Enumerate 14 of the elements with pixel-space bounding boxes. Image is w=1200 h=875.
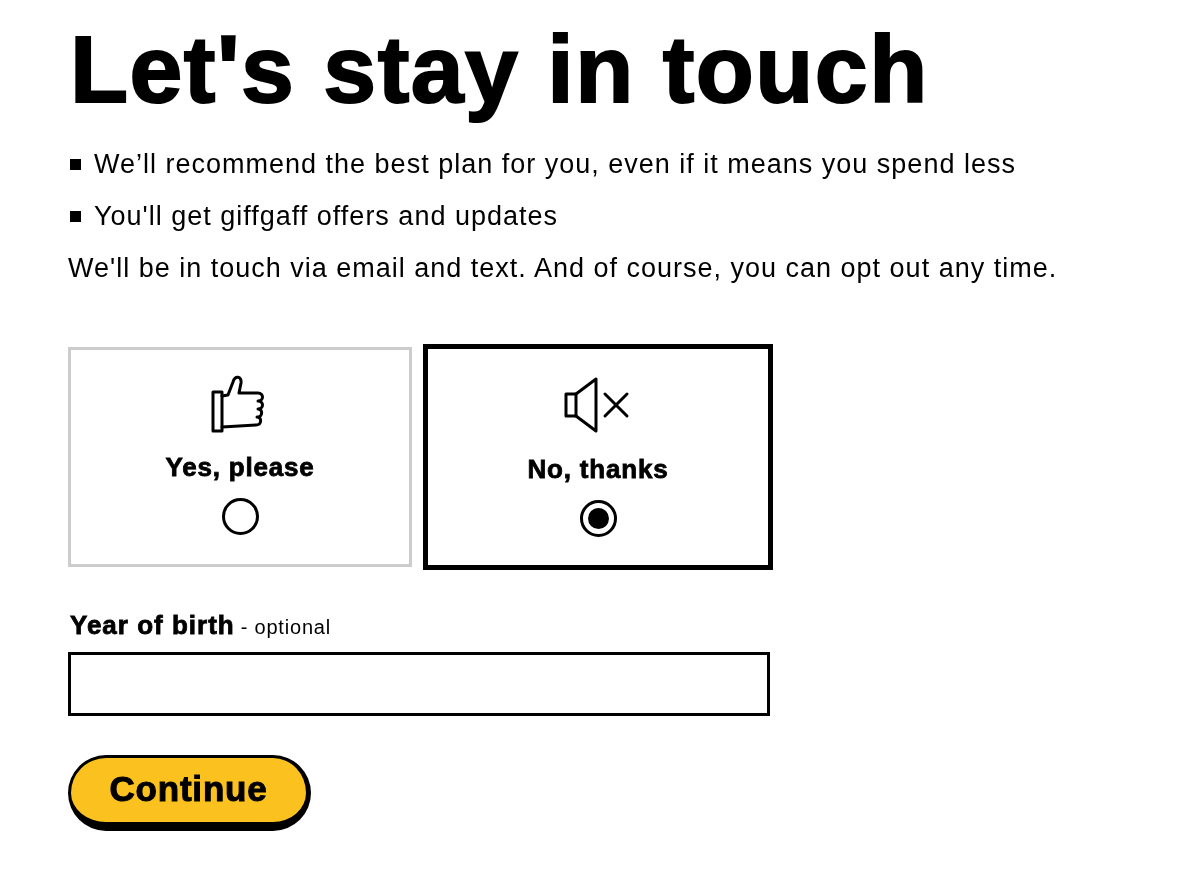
option-card[interactable]: Yes, please xyxy=(68,347,412,567)
year-input[interactable] xyxy=(68,652,770,716)
bullet-square-icon xyxy=(70,210,81,222)
bullet-square-icon xyxy=(70,158,81,170)
radio-button[interactable] xyxy=(221,498,259,535)
page-heading: Let's stay in touch xyxy=(70,15,929,124)
radio-button[interactable] xyxy=(579,500,617,537)
field-label: Year of birth xyxy=(70,610,235,640)
benefit-text: You'll get giffgaff offers and updates xyxy=(94,200,558,232)
option-card[interactable]: No, thanks xyxy=(423,344,773,570)
info-text: We'll be in touch via email and text. And of course, you can opt out any time. xyxy=(68,252,1058,285)
continue-button[interactable]: Continue xyxy=(68,755,311,831)
optional-hint: - optional xyxy=(240,615,331,640)
benefit-text: We’ll recommend the best plan for you, even if it means you spend less xyxy=(94,148,1016,180)
